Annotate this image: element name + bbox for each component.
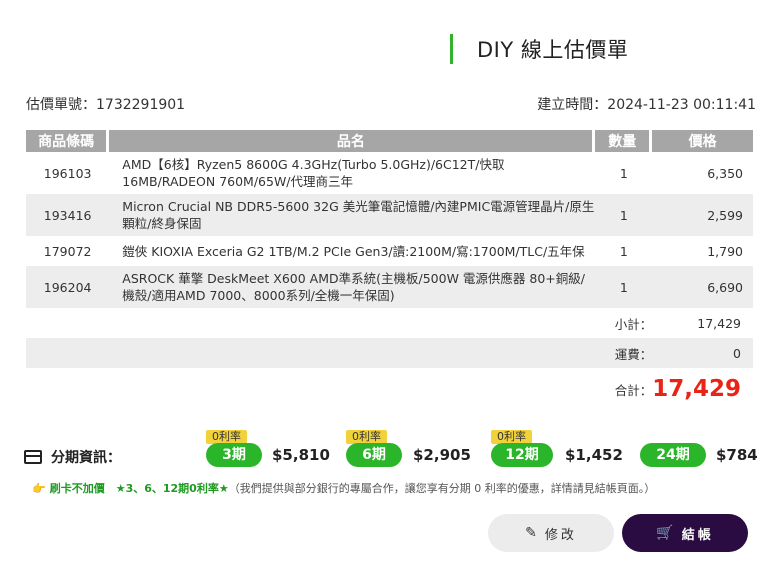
header-name: 品名 [109,130,596,152]
installment-amount: $2,905 [413,446,471,464]
term-pill: 12期 [491,443,553,467]
cell-name: Micron Crucial NB DDR5-5600 32G 美光筆電記憶體/… [109,194,596,236]
note-text: （我們提供與部分銀行的專屬合作，讓您享有分期 0 利率的優惠，詳情請見結帳頁面。… [228,482,656,495]
header-code: 商品條碼 [26,130,110,152]
term-pill: 24期 [640,443,706,467]
subtotal-value: 17,429 [697,315,741,331]
edit-button-label: 修改 [544,527,577,543]
table-row: 179072 鎧俠 KIOXIA Exceria G2 1TB/M.2 PCIe… [26,236,753,266]
table-header-row: 商品條碼 品名 數量 價格 [26,130,753,152]
table-row: 196204 ASROCK 華擎 DeskMeet X600 AMD準系統(主機… [26,266,753,308]
cell-code: 193416 [26,194,110,236]
installment-note: 👉 刷卡不加價 ★3、6、12期0利率★（我們提供與部分銀行的專屬合作，讓您享有分… [32,480,655,496]
term-pill: 6期 [346,443,402,467]
header-qty: 數量 [595,130,653,152]
pointing-hand-icon: 👉 [32,482,46,495]
zero-interest-badge: 0利率 [346,430,387,444]
cell-name: ASROCK 華擎 DeskMeet X600 AMD準系統(主機板/500W … [109,266,596,308]
cell-qty: 1 [595,266,653,308]
subtotal-label: 小計： [614,316,653,332]
cell-qty: 1 [595,194,653,236]
page-title: DIY 線上估價單 [477,38,629,62]
total-value: 17,429 [652,376,741,402]
installment-amount: $1,452 [565,446,623,464]
cell-price: 6,350 [707,165,743,181]
zero-interest-badge: 0利率 [491,430,532,444]
cell-code: 196103 [43,165,92,181]
shipping-value: 0 [652,338,753,368]
cell-name: 鎧俠 KIOXIA Exceria G2 1TB/M.2 PCIe Gen3/讀… [122,243,585,259]
total-row: 合計： 17,429 [26,368,753,410]
installment-section: 分期資訊： 0利率 3期 $5,810 0利率 6期 $2,905 0利率 12… [24,430,764,470]
note-lead: 刷卡不加價 ★3、6、12期0利率★ [49,482,229,495]
zero-interest-badge: 0利率 [206,430,247,444]
credit-card-icon [24,450,42,464]
cart-icon: 🛒 [656,525,674,541]
header-price: 價格 [652,130,753,152]
checkout-button-label: 結帳 [681,527,714,543]
cell-code: 179072 [43,243,92,259]
cell-code: 196204 [26,266,110,308]
installment-amount: $784 [716,446,758,464]
term-pill: 3期 [206,443,262,467]
table-row: 196103 AMD【6核】Ryzen5 8600G 4.3GHz(Turbo … [26,152,753,194]
total-label: 合計： [614,382,653,398]
cell-price: 6,690 [652,266,753,308]
cell-price: 1,790 [707,243,743,259]
edit-button[interactable]: ✎ 修改 [488,514,614,552]
checkout-button[interactable]: 🛒 結帳 [622,514,748,552]
quote-table: 商品條碼 品名 數量 價格 196103 AMD【6核】Ryzen5 8600G… [26,130,753,410]
cell-qty: 1 [619,243,628,259]
cell-name: AMD【6核】Ryzen5 8600G 4.3GHz(Turbo 5.0GHz)… [122,157,505,189]
table-row: 193416 Micron Crucial NB DDR5-5600 32G 美… [26,194,753,236]
cell-qty: 1 [619,165,628,181]
subtotal-row: 小計： 17,429 [26,308,753,338]
cell-price: 2,599 [652,194,753,236]
shipping-row: 運費： 0 [26,338,753,368]
installment-label-text: 分期資訊： [51,450,121,466]
installment-amount: $5,810 [272,446,330,464]
installment-label: 分期資訊： [24,447,121,467]
created-time: 建立時間：2024-11-23 00:11:41 [537,97,756,113]
pencil-icon: ✎ [525,525,537,541]
quote-number: 估價單號：1732291901 [26,97,186,113]
page-header: DIY 線上估價單 [450,34,628,64]
shipping-label: 運費： [26,338,653,368]
title-accent-bar [450,34,453,64]
